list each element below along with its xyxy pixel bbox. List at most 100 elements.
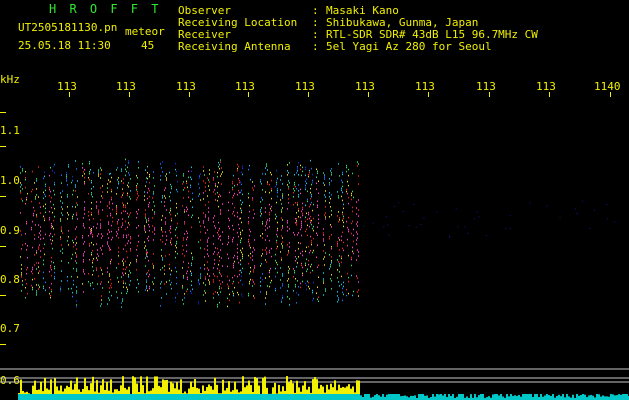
spectrogram-pixel	[342, 219, 343, 222]
signal-bar	[250, 385, 252, 394]
spectrogram-pixel	[91, 241, 92, 244]
spectrogram-pixel	[83, 255, 84, 257]
signal-bar	[352, 386, 354, 394]
spectrogram-pixel	[67, 194, 68, 196]
spectrogram-pixel	[121, 170, 122, 172]
spectrogram-pixel	[204, 256, 205, 258]
spectrogram-pixel	[160, 305, 161, 307]
spectrogram-pixel	[217, 199, 218, 202]
spectrogram-pixel	[228, 237, 229, 240]
signal-bar-base	[78, 394, 80, 400]
spectrogram-pixel	[149, 273, 150, 276]
spectrogram-pixel	[61, 244, 62, 246]
signal-bar	[320, 384, 322, 394]
spectrogram-pixel	[20, 172, 21, 174]
spectrogram-pixel	[38, 224, 39, 226]
signal-bar-base	[124, 394, 126, 400]
spectrogram-pixel	[111, 176, 112, 179]
spectrogram-pixel	[262, 279, 263, 281]
spectrogram-pixel	[218, 233, 219, 236]
spectrogram-pixel	[222, 231, 223, 233]
spectrogram-pixel	[209, 181, 210, 183]
spectrogram-pixel	[146, 221, 147, 223]
spectrogram-pixel	[227, 243, 228, 246]
spectrogram-pixel	[145, 217, 146, 219]
spectrogram-pixel	[329, 192, 330, 194]
spectrogram-pixel	[329, 182, 330, 184]
spectrogram-pixel	[317, 170, 318, 173]
spectrogram-pixel	[288, 266, 289, 268]
spectrogram-pixel	[208, 217, 209, 219]
signal-bar	[244, 387, 246, 394]
signal-bar	[86, 386, 88, 394]
spectrogram-pixel	[149, 229, 150, 232]
spectrogram-pixel	[166, 293, 167, 295]
signal-bar-base	[304, 394, 306, 400]
spectrogram-pixel	[164, 189, 165, 191]
spectrogram-pixel	[207, 239, 208, 241]
spectrogram-pixel	[186, 272, 187, 275]
spectrogram-pixel	[347, 238, 348, 241]
spectrogram-pixel	[137, 197, 138, 199]
spectrogram-pixel	[276, 241, 277, 244]
spectrogram-pixel	[220, 283, 221, 285]
spectrogram-pixel	[127, 256, 128, 259]
spectrogram-pixel	[234, 254, 235, 257]
signal-bar-base	[138, 394, 140, 400]
spectrogram-pixel	[357, 277, 358, 279]
spectrogram-pixel	[176, 206, 177, 209]
signal-bar-base	[334, 394, 336, 400]
spectrogram-pixel	[91, 191, 92, 194]
spectrogram-pixel	[317, 226, 318, 229]
spectrogram-pixel	[36, 178, 37, 180]
signal-bar	[264, 376, 266, 394]
spectrogram-pixel	[34, 238, 35, 240]
spectrogram-pixel	[198, 279, 199, 281]
spectrogram-pixel	[297, 170, 298, 172]
spectrogram-pixel	[76, 262, 77, 264]
spectrogram-pixel	[125, 174, 126, 177]
spectrogram-pixel	[76, 268, 77, 270]
spectrogram-pixel	[153, 267, 154, 269]
spectrogram-pixel	[329, 236, 330, 238]
spectrogram-pixel	[423, 217, 425, 219]
spectrogram-pixel	[121, 196, 122, 198]
signal-bar-base	[58, 394, 60, 400]
spectrogram-pixel	[261, 213, 262, 215]
signal-bar-base	[196, 394, 198, 400]
spectrogram-pixel	[88, 272, 89, 275]
spectrogram-pixel	[287, 296, 288, 298]
spectrogram-pixel	[100, 177, 101, 179]
spectrogram-pixel	[175, 300, 176, 303]
spectrogram-pixel	[208, 269, 209, 271]
spectrogram-pixel	[227, 283, 228, 286]
spectrogram-pixel	[324, 264, 325, 266]
spectrogram-pixel	[146, 219, 147, 221]
spectrogram-pixel	[214, 171, 215, 173]
spectrogram-pixel	[420, 224, 422, 226]
spectrogram-pixel	[188, 262, 189, 265]
spectrogram-pixel	[97, 249, 98, 251]
spectrogram-pixel	[149, 181, 150, 184]
spectrogram-pixel	[147, 197, 148, 200]
spectrogram-pixel	[128, 172, 129, 174]
spectrogram-pixel	[347, 192, 348, 195]
spectrogram-pixel	[221, 257, 222, 259]
spectrogram-pixel	[183, 275, 184, 277]
spectrogram-pixel	[36, 262, 37, 264]
spectrogram-pixel	[313, 249, 314, 252]
spectrogram-pixel	[337, 215, 338, 217]
spectrogram-pixel	[118, 237, 119, 239]
spectrogram-pixel	[287, 254, 288, 256]
spectrogram-pixel	[289, 242, 290, 244]
signal-bar-base	[368, 394, 370, 400]
spectrogram-pixel	[287, 208, 288, 210]
spectrogram-pixel	[331, 256, 332, 258]
spectrogram-pixel	[237, 163, 238, 166]
spectrogram-pixel	[234, 206, 235, 209]
signal-bar-base	[326, 394, 328, 400]
spectrogram-pixel	[116, 291, 117, 293]
spectrogram-pixel	[32, 268, 33, 271]
signal-bar	[182, 393, 184, 394]
spectrogram-pixel	[98, 209, 99, 211]
